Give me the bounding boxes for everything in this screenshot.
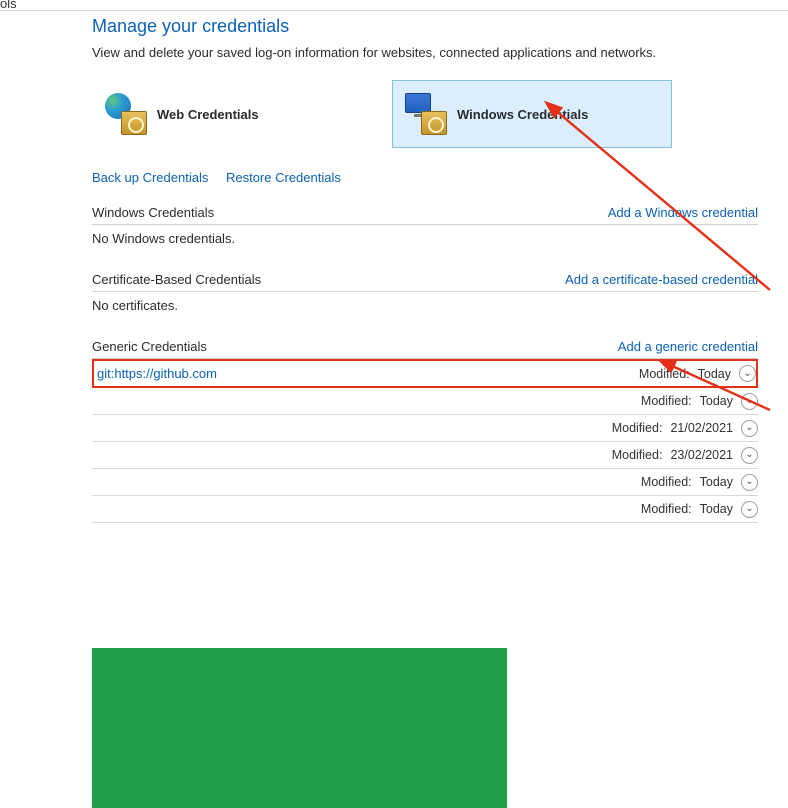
modified-label: Modified: xyxy=(641,502,692,516)
add-windows-credential-link[interactable]: Add a Windows credential xyxy=(608,205,758,220)
section-title-generic: Generic Credentials xyxy=(92,339,207,354)
sidebar-fragment: ols xyxy=(0,0,17,11)
modified-label: Modified: xyxy=(612,448,663,462)
page-subtitle: View and delete your saved log-on inform… xyxy=(92,45,758,60)
modified-value: Today xyxy=(698,367,731,381)
add-cert-credential-link[interactable]: Add a certificate-based credential xyxy=(565,272,758,287)
tab-web-credentials[interactable]: Web Credentials xyxy=(92,80,372,148)
modified-label: Modified: xyxy=(641,475,692,489)
chevron-down-icon[interactable]: ⌄ xyxy=(739,365,756,382)
credential-row[interactable]: git:https://github.com Modified: Today ⌄ xyxy=(92,359,758,388)
modified-label: Modified: xyxy=(612,421,663,435)
modified-value: Today xyxy=(700,502,733,516)
page-title: Manage your credentials xyxy=(92,16,758,37)
modified-value: Today xyxy=(700,475,733,489)
add-generic-credential-link[interactable]: Add a generic credential xyxy=(618,339,758,354)
chevron-down-icon[interactable]: ⌄ xyxy=(741,501,758,518)
credential-name: git:https://github.com xyxy=(97,366,217,381)
monitor-safe-icon xyxy=(405,93,447,135)
credential-row[interactable]: Modified: Today ⌄ xyxy=(92,388,758,415)
redaction-block xyxy=(92,648,507,808)
modified-label: Modified: xyxy=(641,394,692,408)
tab-label: Web Credentials xyxy=(157,107,259,122)
chevron-down-icon[interactable]: ⌄ xyxy=(741,393,758,410)
divider xyxy=(0,10,788,11)
tab-label: Windows Credentials xyxy=(457,107,588,122)
restore-credentials-link[interactable]: Restore Credentials xyxy=(226,170,341,185)
chevron-down-icon[interactable]: ⌄ xyxy=(741,447,758,464)
modified-value: 23/02/2021 xyxy=(670,448,733,462)
windows-empty-text: No Windows credentials. xyxy=(92,225,758,260)
section-title-windows: Windows Credentials xyxy=(92,205,214,220)
backup-credentials-link[interactable]: Back up Credentials xyxy=(92,170,208,185)
credential-row[interactable]: Modified: 21/02/2021 ⌄ xyxy=(92,415,758,442)
modified-label: Modified: xyxy=(639,367,690,381)
modified-value: Today xyxy=(700,394,733,408)
credential-row[interactable]: Modified: Today ⌄ xyxy=(92,469,758,496)
credential-row[interactable]: Modified: 23/02/2021 ⌄ xyxy=(92,442,758,469)
tab-windows-credentials[interactable]: Windows Credentials xyxy=(392,80,672,148)
credential-row[interactable]: Modified: Today ⌄ xyxy=(92,496,758,523)
chevron-down-icon[interactable]: ⌄ xyxy=(741,474,758,491)
chevron-down-icon[interactable]: ⌄ xyxy=(741,420,758,437)
section-title-cert: Certificate-Based Credentials xyxy=(92,272,261,287)
cert-empty-text: No certificates. xyxy=(92,292,758,327)
globe-safe-icon xyxy=(105,93,147,135)
modified-value: 21/02/2021 xyxy=(670,421,733,435)
